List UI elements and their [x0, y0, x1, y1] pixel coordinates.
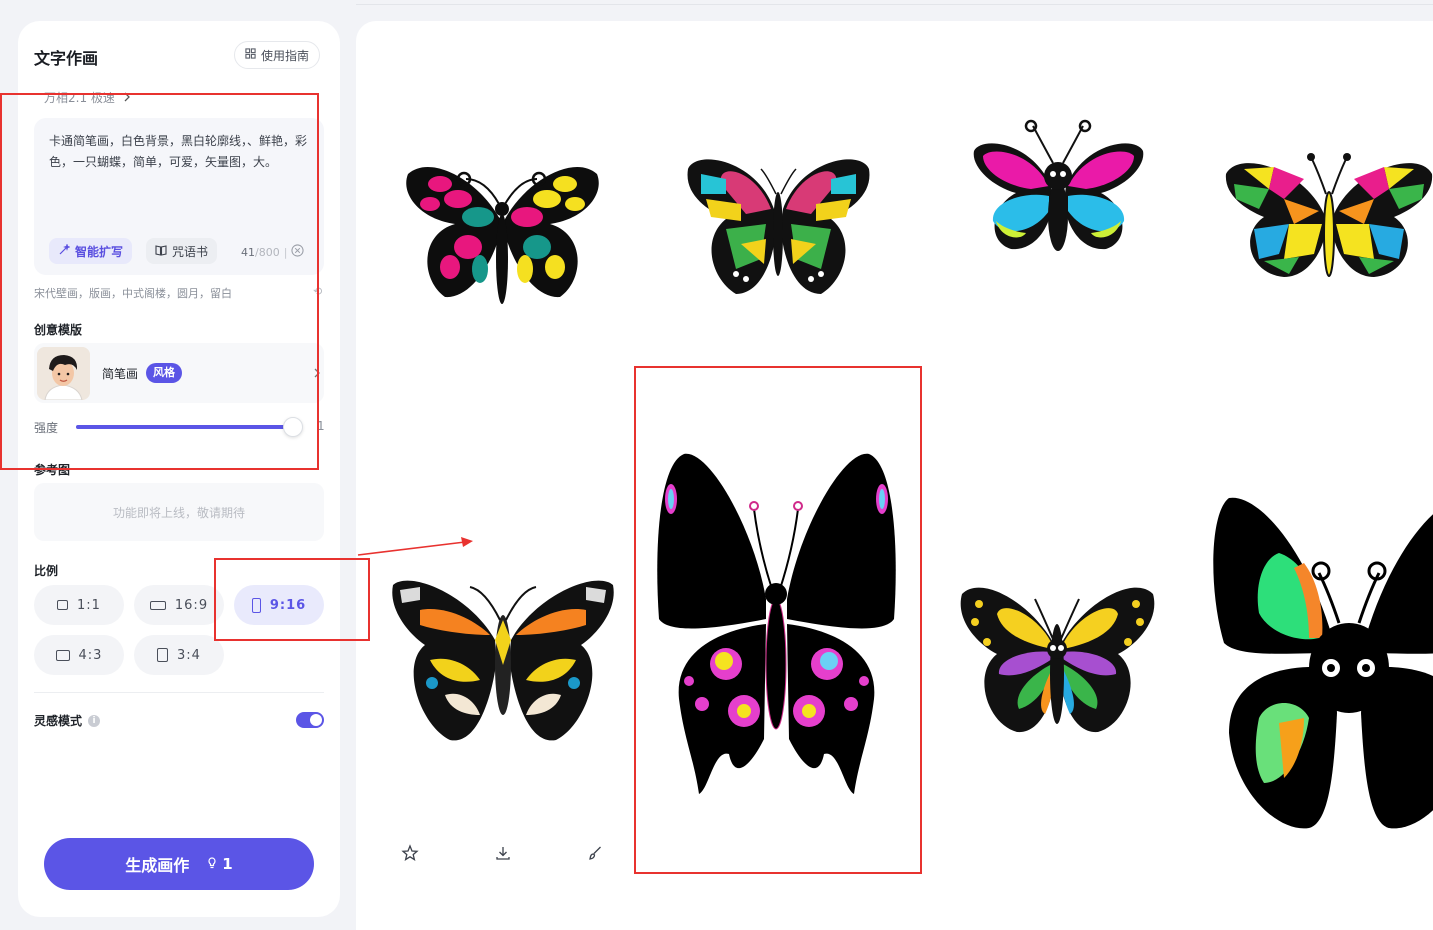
ratio-4-3-button[interactable]: 4:3	[34, 635, 124, 675]
strength-slider-fill	[76, 425, 293, 429]
template-selector[interactable]: 简笔画 风格	[34, 343, 324, 403]
refresh-icon[interactable]: ⟲	[313, 285, 322, 298]
gallery-image-butterfly-6[interactable]	[654, 449, 899, 797]
top-divider	[356, 4, 1433, 5]
lightbulb-icon	[205, 855, 219, 873]
ratio-label: 16:9	[174, 597, 209, 613]
panel-title: 文字作画	[34, 49, 99, 68]
landscape-icon	[55, 649, 70, 661]
generate-label: 生成画作	[125, 856, 190, 875]
chevron-right-icon	[123, 91, 131, 105]
strength-slider[interactable]	[76, 417, 303, 437]
generate-cost-value: 1	[222, 855, 233, 873]
ratio-3-4-button[interactable]: 3:4	[134, 635, 224, 675]
strength-slider-handle[interactable]	[282, 417, 303, 437]
generate-button[interactable]: 生成画作 1	[44, 838, 314, 890]
ratio-1-1-button[interactable]: 1:1	[34, 585, 124, 625]
ratio-label: 3:4	[177, 647, 201, 663]
style-badge: 风格	[146, 363, 182, 383]
ratio-label: 9:16	[269, 597, 307, 613]
prompt-text[interactable]: 卡通简笔画，白色背景，黑白轮廓线，、鲜艳，彩色，一只蝴蝶，简单，可爱，矢量图，大…	[49, 131, 311, 172]
ratio-section-title: 比例	[34, 564, 59, 578]
prompt-input[interactable]: 卡通简笔画，白色背景，黑白轮廓线，、鲜艳，彩色，一只蝴蝶，简单，可爱，矢量图，大…	[34, 118, 324, 275]
ratio-16-9-button[interactable]: 16:9	[134, 585, 224, 625]
spellbook-label: 咒语书	[172, 244, 209, 259]
inspiration-mode-text: 灵感模式	[34, 714, 83, 728]
model-label: 万相2.1 极速	[44, 91, 115, 105]
guide-button[interactable]: 使用指南	[234, 41, 321, 69]
chevron-right-icon	[310, 365, 324, 379]
download-icon[interactable]	[494, 844, 512, 862]
star-icon[interactable]	[401, 844, 419, 862]
smart-expand-label: 智能扩写	[75, 244, 124, 259]
gallery-image-butterfly-1[interactable]	[400, 149, 605, 304]
ratio-label: 4:3	[78, 647, 103, 663]
reference-upload-area: 功能即将上线，敬请期待	[34, 483, 324, 541]
gallery-image-butterfly-4[interactable]	[1224, 149, 1433, 279]
magic-wand-icon	[58, 242, 71, 259]
reference-section-title: 参考图	[34, 463, 71, 477]
model-selector[interactable]: 万相2.1 极速	[44, 89, 131, 106]
image-gallery	[356, 21, 1433, 930]
template-name: 简笔画	[102, 367, 139, 381]
char-count: 41	[241, 245, 255, 259]
grid-icon	[245, 48, 256, 62]
info-icon[interactable]: i	[88, 714, 101, 727]
counter-separator: |	[283, 245, 288, 259]
suggested-tags[interactable]: 宋代壁画，版画，中式阁楼，圆月，留白	[34, 285, 232, 301]
spellbook-button[interactable]: 咒语书	[146, 238, 218, 264]
gallery-image-butterfly-7[interactable]	[957, 574, 1158, 736]
text-to-image-panel: 文字作画 使用指南 万相2.1 极速 卡通简笔画，白色背景，黑白轮廓线，、鲜艳，…	[18, 21, 340, 917]
toggle-knob	[310, 714, 322, 726]
gallery-image-butterfly-3[interactable]	[971, 119, 1146, 256]
brush-icon[interactable]	[586, 844, 604, 862]
gallery-image-butterfly-2[interactable]	[686, 149, 871, 299]
reference-placeholder: 功能即将上线，敬请期待	[112, 505, 245, 520]
section-divider	[34, 692, 324, 693]
template-section-title: 创意模版	[34, 323, 83, 337]
smart-expand-button[interactable]: 智能扩写	[49, 238, 133, 264]
ratio-9-16-button[interactable]: 9:16	[234, 585, 324, 625]
portrait-icon	[157, 648, 169, 662]
strength-value: 1	[317, 419, 325, 433]
char-counter: 41/800 |	[241, 244, 305, 260]
gallery-image-butterfly-5[interactable]	[390, 565, 616, 760]
strength-label: 强度	[34, 421, 59, 435]
gallery-image-butterfly-8[interactable]	[1209, 493, 1433, 833]
inspiration-mode-label: 灵感模式 i	[34, 712, 101, 729]
guide-label: 使用指南	[261, 48, 310, 63]
clear-icon[interactable]	[291, 244, 305, 260]
square-icon	[57, 600, 69, 610]
portrait-icon	[251, 597, 261, 613]
landscape-icon	[149, 600, 166, 610]
inspiration-mode-toggle[interactable]	[296, 712, 324, 728]
generate-cost: 1	[205, 855, 233, 873]
book-icon	[155, 244, 167, 259]
avatar	[37, 347, 90, 400]
char-max: /800	[255, 245, 280, 259]
ratio-label: 1:1	[77, 597, 101, 613]
